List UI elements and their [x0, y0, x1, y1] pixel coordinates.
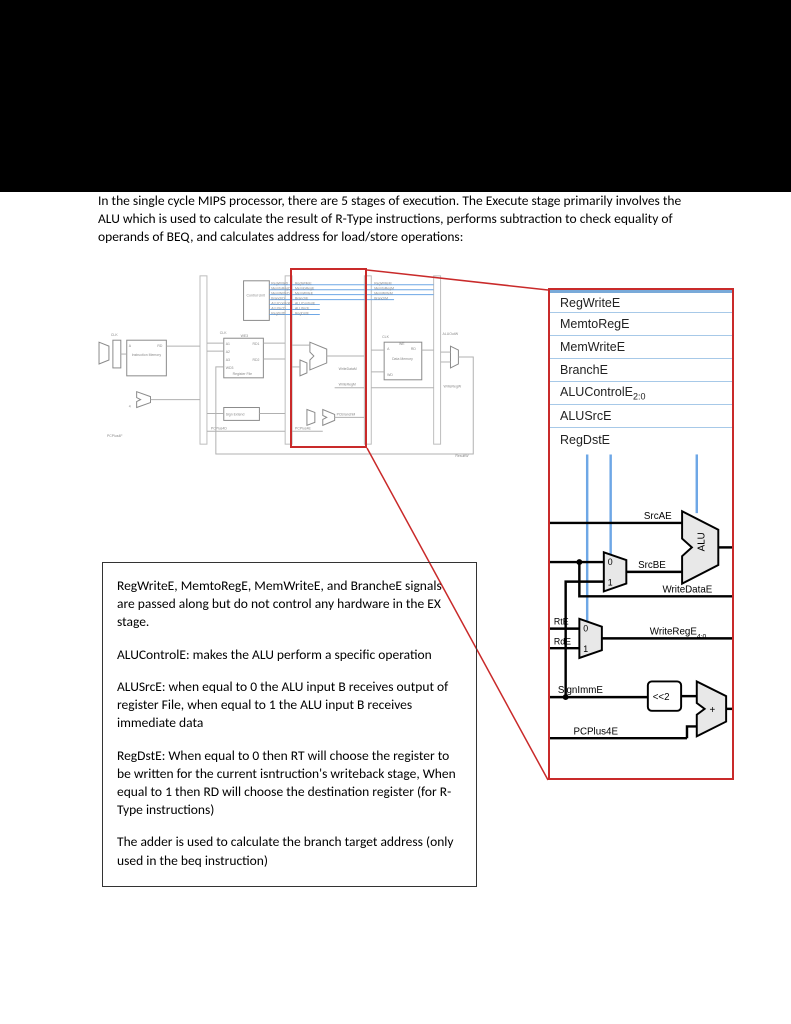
sig-row-memwritee: MemWriteE — [550, 336, 732, 359]
sig-branche: BranchE — [295, 297, 309, 301]
port-a1: A1 — [226, 342, 230, 346]
srcae-label: SrcAE — [644, 511, 672, 522]
writeregm-label-ov: WriteRegM — [339, 383, 356, 387]
sig-alusrcd: ALUSrcD — [271, 307, 286, 311]
pipeline-overview-diagram: Control Unit RegWriteD MemtoRegD MemWrit… — [95, 260, 505, 460]
clk-label-3: CLK — [382, 335, 389, 339]
sig-alusrce: ALUSrcE — [295, 307, 310, 311]
writedatam: WriteDataM — [339, 367, 357, 371]
pcplus4f: PCPlus4F — [107, 434, 123, 438]
sig-memtoregm: MemtoRegM — [374, 287, 394, 291]
srcbe-label: SrcBE — [638, 560, 666, 571]
dm-wd: WD — [387, 373, 393, 377]
sig-regwritee: RegWriteE — [295, 282, 312, 286]
explain-p2: ALUControlE: makes the ALU perform a spe… — [117, 646, 462, 664]
sig-alusrce-text: ALUSrcE — [560, 409, 611, 423]
control-signal-lines — [269, 285, 433, 315]
regfile-label: Register File — [233, 372, 252, 376]
pcbranchm: PCBranchM — [337, 412, 356, 416]
sig-memtoregd: MemtoRegD — [271, 287, 291, 291]
resultw-bottom: ResultW — [455, 454, 469, 458]
svg-text:Control Unit: Control Unit — [247, 294, 265, 298]
sig-row-memtorege: MemtoRegE — [550, 313, 732, 336]
explanation-box: RegWriteE, MemtoRegE, MemWriteE, and Bra… — [102, 562, 477, 887]
srcb-mux-0: 0 — [608, 557, 613, 567]
sig-row-alucontrole: ALUControlE2:0 — [550, 382, 732, 405]
intro-paragraph: In the single cycle MIPS processor, ther… — [98, 192, 693, 247]
pcplus4e-ov: PCPlus4E — [295, 426, 311, 430]
pcplus4d: PCPlus4D — [211, 426, 227, 430]
sig-regwritem: RegWriteM — [374, 282, 391, 286]
dst-mux-0: 0 — [583, 624, 588, 634]
figure-area: Control Unit RegWriteD MemtoRegD MemWrit… — [60, 260, 740, 800]
sig-regwritee-text: RegWriteE — [560, 296, 620, 310]
sig-regwrited: RegWriteD — [271, 282, 288, 286]
writerege-sub: 4:0 — [697, 633, 707, 640]
dm-we: WE — [399, 342, 405, 346]
sig-alucontrole-text: ALUControlE2:0 — [560, 385, 645, 402]
writedatae-label: WriteDataE — [663, 584, 713, 595]
svg-text:Data Memory: Data Memory — [392, 357, 413, 361]
execute-stage-detail: RegWriteE MemtoRegE MemWriteE BranchE AL… — [548, 288, 734, 780]
aluoutw-label: ALUOutW — [443, 332, 459, 336]
dst-mux-1: 1 — [583, 644, 588, 654]
clk-label-1: CLK — [111, 333, 118, 337]
port-a2: A2 — [226, 350, 230, 354]
dm-rd: RD — [411, 347, 416, 351]
port-a3: A3 — [226, 358, 230, 362]
explain-p3: ALUSrcE: when equal to 0 the ALU input B… — [117, 678, 462, 733]
sig-memwritee: MemWriteE — [295, 292, 314, 296]
clk-label-2: CLK — [220, 331, 227, 335]
sig-regdste: RegDstE — [295, 311, 310, 315]
explain-p1: RegWriteE, MemtoRegE, MemWriteE, and Bra… — [117, 577, 462, 632]
port-we3: WE3 — [241, 334, 249, 338]
port-rd1: RD1 — [252, 342, 259, 346]
datamem-label: Data Memory — [392, 357, 413, 361]
sig-row-alusrce: ALUSrcE — [550, 405, 732, 428]
rde-label: RdE — [554, 636, 571, 646]
sig-memtorege: MemtoRegE — [295, 287, 315, 291]
instr-mem-label: Instruction Memory — [132, 353, 162, 357]
alu-label: ALU — [697, 532, 708, 551]
sig-row-regwritee: RegWriteE — [550, 290, 732, 313]
svg-text:Instruction Memory: Instruction Memory — [132, 353, 162, 357]
signext-label: Sign Extend — [226, 412, 245, 416]
sig-row-branche: BranchE — [550, 359, 732, 382]
explain-p5: The adder is used to calculate the branc… — [117, 833, 462, 869]
sig-row-regdste: RegDstE — [550, 428, 732, 451]
explain-p4: RegDstE: When equal to 0 then RT will ch… — [117, 747, 462, 820]
sig-aluctrld: ALUControlD — [271, 302, 292, 306]
pcplus4e-label: PCPlus4E — [573, 726, 618, 737]
detail-datapath: SrcAE WriteDataE 0 1 SrcBE ALU — [550, 451, 732, 771]
shift-label: <<2 — [653, 692, 670, 703]
sig-aluctrle: ALUControlE — [295, 302, 316, 306]
port-rd2: RD2 — [252, 358, 259, 362]
sig-regdste-text: RegDstE — [560, 433, 610, 447]
writeregw: WriteRegW — [444, 385, 462, 389]
sig-memtorege-text: MemtoRegE — [560, 317, 629, 331]
sig-branchd: BranchD — [271, 297, 285, 301]
writerege-label: WriteRegE — [650, 626, 698, 637]
sig-memwritee-text: MemWriteE — [560, 340, 625, 354]
control-unit-label: Control Unit — [247, 294, 265, 298]
sig-memwritem: MemWriteM — [374, 292, 393, 296]
port-wd3: WD3 — [226, 366, 234, 370]
port-rd: RD — [157, 344, 162, 348]
srcb-mux-1: 1 — [608, 578, 613, 588]
adder-plus: + — [709, 705, 715, 716]
const4: 4 — [129, 405, 131, 409]
sig-branchm: BranchM — [374, 297, 388, 301]
rte-label: RtE — [554, 617, 569, 627]
sig-regdstd: RegDstD — [271, 311, 286, 315]
sig-memwrited: MemWriteD — [271, 292, 290, 296]
sig-branche-text: BranchE — [560, 363, 608, 377]
top-black-bar — [0, 0, 791, 192]
